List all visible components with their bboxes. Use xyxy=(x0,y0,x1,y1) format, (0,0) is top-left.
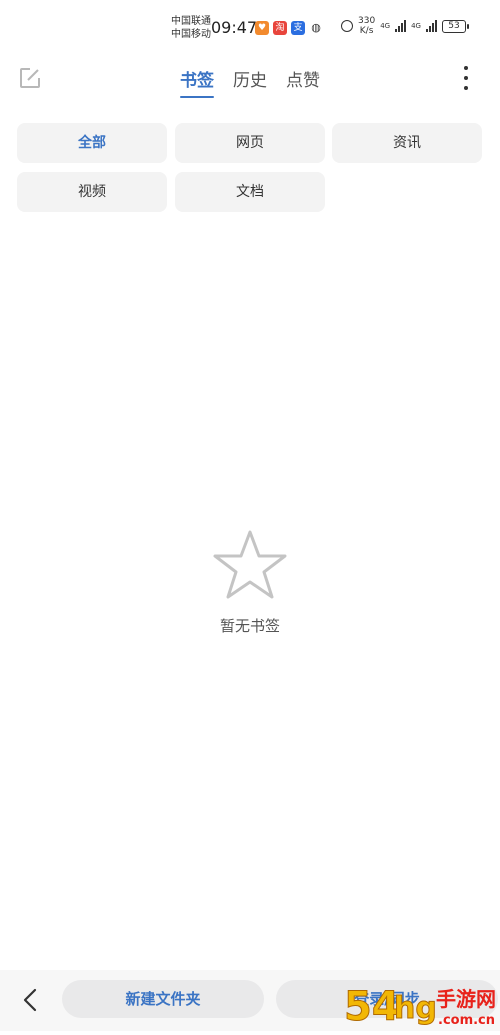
svg-text:54: 54 xyxy=(344,984,400,1030)
more-options-button[interactable] xyxy=(458,64,474,92)
system-icons: 330 K/s 4G 4G 53 xyxy=(341,16,469,36)
filter-videos[interactable]: 视频 xyxy=(17,172,167,212)
app-notification-icon: ♥ xyxy=(255,21,269,35)
tab-likes[interactable]: 点赞 xyxy=(286,66,320,91)
carrier-info: 中国联通 中国移动 xyxy=(171,15,211,41)
new-folder-button[interactable]: 新建文件夹 xyxy=(62,980,264,1018)
filter-news[interactable]: 资讯 xyxy=(332,123,482,163)
wechat-icon: ◍ xyxy=(309,21,323,35)
app-notification-icon: 支 xyxy=(291,21,305,35)
filter-webpages[interactable]: 网页 xyxy=(175,123,325,163)
alarm-icon xyxy=(341,20,353,32)
empty-state-text: 暂无书签 xyxy=(219,617,280,635)
back-button[interactable] xyxy=(18,986,42,1014)
status-time: 09:47 xyxy=(211,18,258,37)
svg-text:.com.cn: .com.cn xyxy=(438,1013,495,1028)
more-icon xyxy=(464,66,468,70)
status-bar: 中国联通 中国移动 09:47 ♥ 淘 支 ◍ 330 K/s 4G 4G 53 xyxy=(0,0,500,48)
filter-all[interactable]: 全部 xyxy=(17,123,167,163)
battery-icon: 53 xyxy=(441,19,469,33)
signal-icon xyxy=(425,20,437,32)
net-speed: 330 K/s xyxy=(358,16,376,36)
carrier-1: 中国联通 xyxy=(171,16,211,27)
svg-text:手游网: 手游网 xyxy=(436,987,496,1011)
chevron-left-icon xyxy=(23,988,37,1012)
tab-bookmarks[interactable]: 书签 xyxy=(180,66,214,91)
notification-icons: ♥ 淘 支 ◍ xyxy=(255,21,323,35)
star-outline-icon xyxy=(213,530,287,599)
site-watermark: 54 hg 手游网 .com.cn xyxy=(340,978,500,1031)
signal-icon xyxy=(395,20,407,32)
tab-bar: 书签 历史 点赞 xyxy=(0,60,500,104)
filter-documents[interactable]: 文档 xyxy=(175,172,325,212)
tab-history[interactable]: 历史 xyxy=(233,66,267,91)
carrier-2: 中国移动 xyxy=(171,29,211,40)
network-type-1: 4G xyxy=(380,22,391,30)
svg-text:hg: hg xyxy=(394,991,437,1026)
network-type-2: 4G xyxy=(411,22,421,30)
app-notification-icon: 淘 xyxy=(273,21,287,35)
active-tab-indicator xyxy=(180,96,214,98)
watermark-logo: 54 hg 手游网 .com.cn xyxy=(344,984,497,1031)
